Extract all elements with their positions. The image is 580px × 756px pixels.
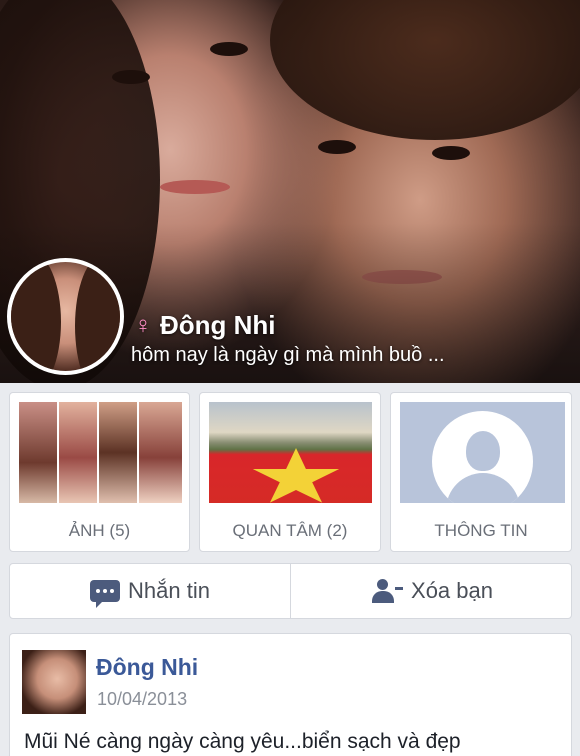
profile-avatar[interactable]	[7, 258, 124, 375]
person-silhouette-icon	[400, 402, 565, 503]
message-button[interactable]: Nhắn tin	[10, 564, 290, 618]
profile-status[interactable]: hôm nay là ngày gì mà mình buồ ...	[131, 344, 445, 367]
profile-name[interactable]: Đông Nhi	[160, 310, 276, 341]
post-author[interactable]: Đông Nhi	[96, 654, 198, 681]
unfriend-button-label: Xóa bạn	[411, 578, 493, 603]
profile-name-row: ♀ Đông Nhi	[134, 310, 276, 341]
post-date[interactable]: 10/04/2013	[97, 689, 187, 710]
profile-tiles: ẢNH (5) QUAN TÂM (2) THÔNG TIN	[0, 383, 580, 553]
photos-thumbnail	[19, 402, 182, 503]
tile-info[interactable]: THÔNG TIN	[390, 392, 572, 552]
female-gender-icon: ♀	[134, 311, 152, 339]
post-text: Mũi Né càng ngày càng yêu...biển sạch và…	[24, 730, 461, 753]
post-author-avatar[interactable]	[22, 650, 86, 714]
tile-photos[interactable]: ẢNH (5)	[9, 392, 190, 552]
tile-info-label: THÔNG TIN	[434, 521, 528, 540]
tile-photos-label: ẢNH (5)	[68, 521, 131, 540]
tile-interests-label: QUAN TÂM (2)	[232, 521, 348, 540]
flag-thumbnail	[209, 402, 372, 503]
unfriend-icon	[369, 579, 404, 603]
message-icon	[90, 580, 121, 608]
flag-star-icon	[252, 448, 340, 503]
post-card: Đông Nhi 10/04/2013 Mũi Né càng ngày càn…	[9, 633, 572, 756]
unfriend-button[interactable]: Xóa bạn	[290, 564, 571, 618]
message-button-label: Nhắn tin	[128, 578, 210, 603]
profile-actions: Nhắn tin Xóa bạn	[9, 563, 572, 619]
tile-interests[interactable]: QUAN TÂM (2)	[199, 392, 381, 552]
